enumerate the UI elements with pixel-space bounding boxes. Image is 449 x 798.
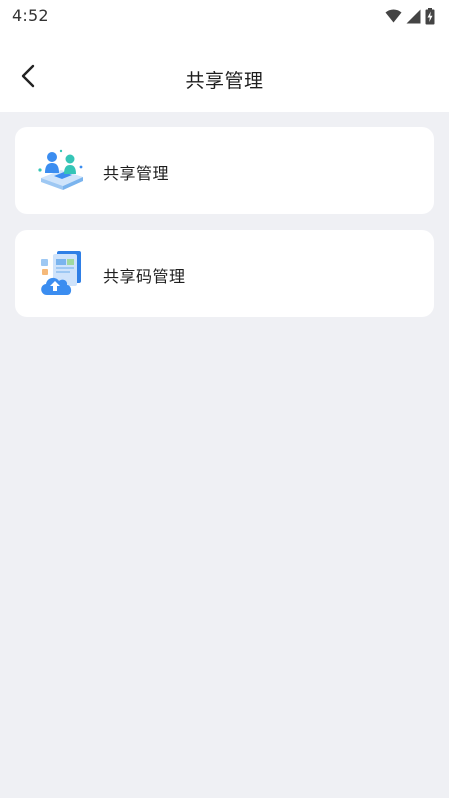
nav-bar: 共享管理 — [0, 48, 449, 108]
battery-charging-icon — [425, 7, 435, 25]
menu-item-label: 共享管理 — [103, 164, 170, 183]
status-time: 4:52 — [12, 6, 49, 25]
status-bar: 4:52 — [0, 0, 449, 32]
menu-item-share-management[interactable]: 共享管理 — [15, 127, 434, 214]
people-share-illustration-icon — [37, 146, 87, 196]
page-title: 共享管理 — [185, 70, 264, 92]
status-icons — [385, 6, 435, 26]
cell-signal-icon — [406, 9, 421, 24]
cloud-upload-files-illustration-icon — [37, 249, 87, 299]
menu-item-label: 共享码管理 — [103, 267, 186, 286]
wifi-icon — [385, 9, 402, 23]
menu-item-share-code-management[interactable]: 共享码管理 — [15, 230, 434, 317]
